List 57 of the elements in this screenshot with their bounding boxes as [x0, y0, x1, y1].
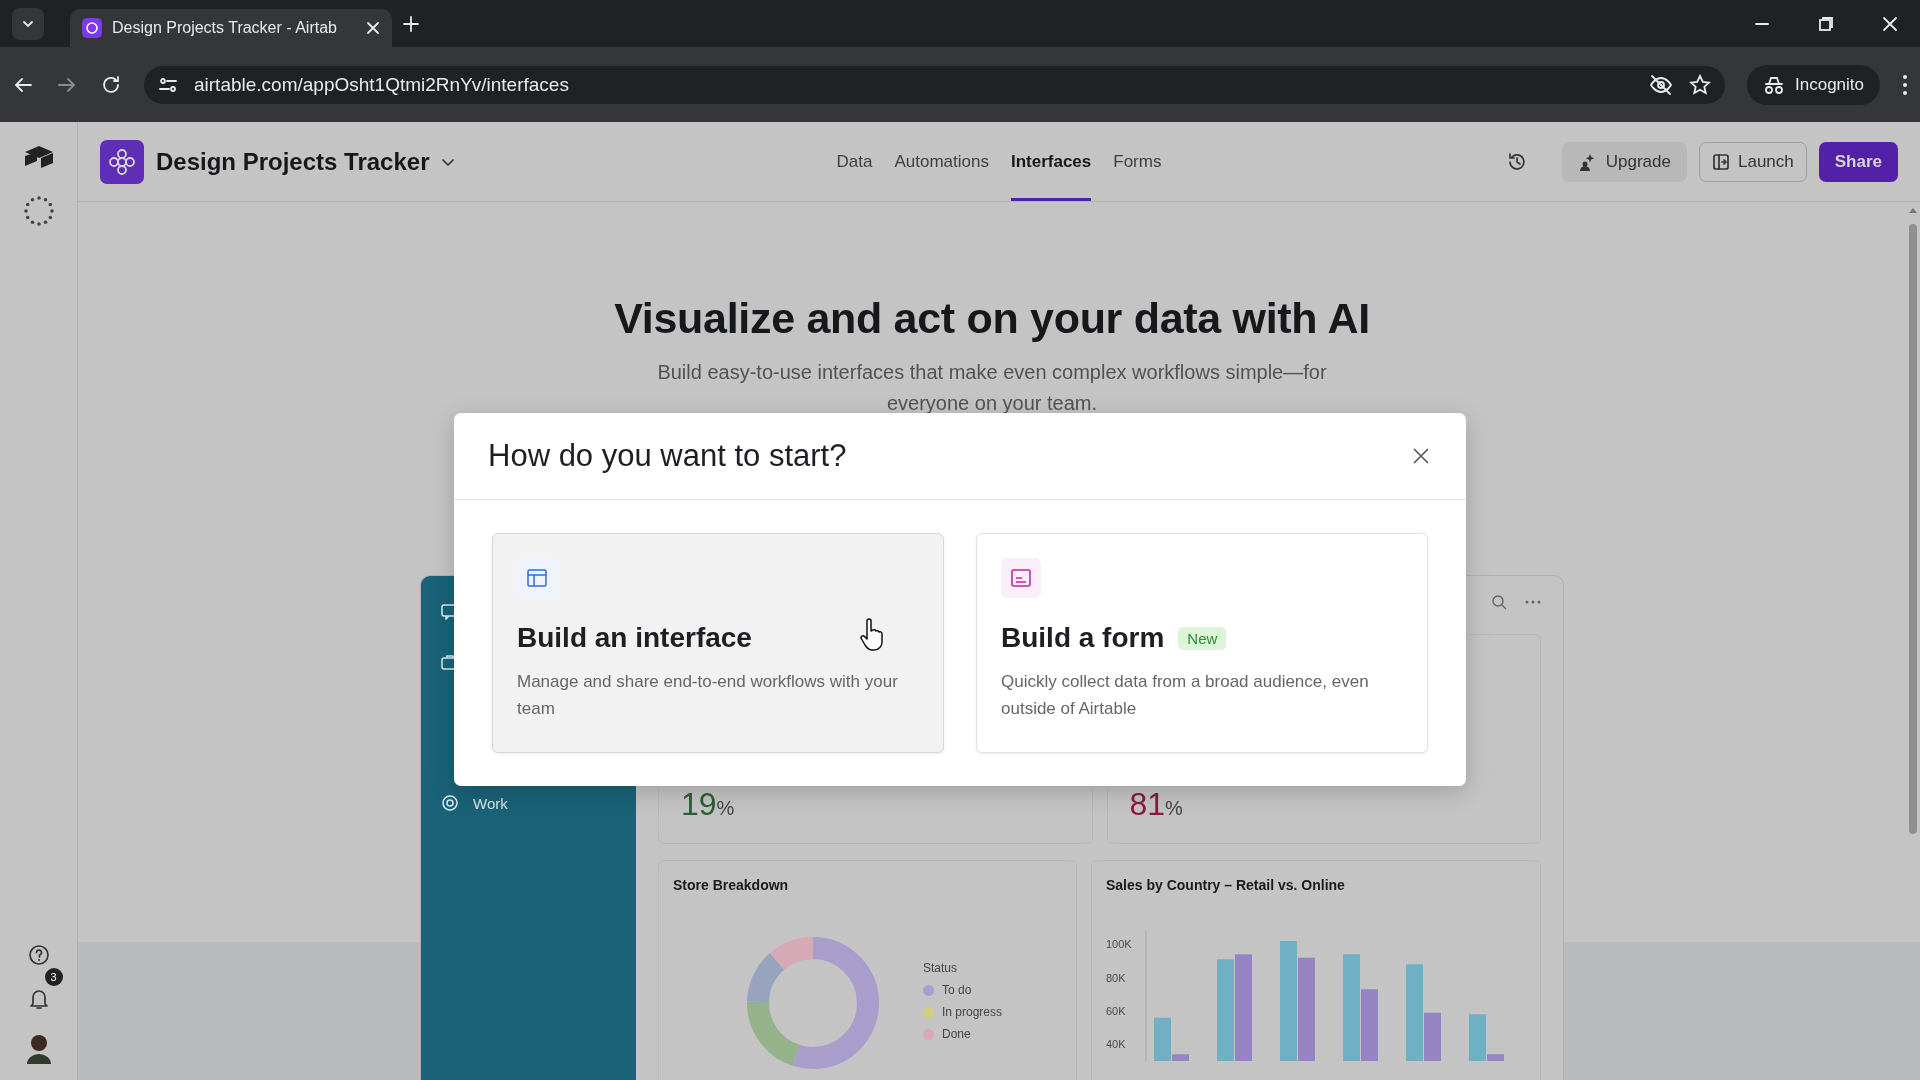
legend-label: In progress	[942, 1005, 1003, 1019]
option-title: Build an interface	[517, 622, 752, 654]
restore-icon[interactable]	[1818, 15, 1834, 32]
modal-title: How do you want to start?	[488, 438, 847, 474]
scroll-up-icon[interactable]	[1908, 206, 1918, 214]
more-icon[interactable]	[1525, 600, 1541, 604]
legend-title: Status	[923, 961, 959, 975]
target-icon	[441, 794, 459, 812]
launch-icon	[1711, 152, 1730, 171]
base-logo-icon[interactable]	[100, 139, 144, 184]
option-description: Quickly collect data from a broad audience, even outside of Airtable	[1001, 671, 1370, 720]
nav-tab[interactable]: Automations	[894, 122, 989, 201]
nav-tab[interactable]: Data	[836, 122, 873, 201]
search-icon[interactable]	[1491, 594, 1507, 610]
bell-icon[interactable]	[28, 988, 49, 1010]
nav-tab[interactable]: Forms	[1113, 122, 1162, 201]
metric-value: 81%	[1129, 786, 1183, 823]
base-name[interactable]: Design Projects Tracker	[156, 147, 430, 176]
browser-tab[interactable]: Design Projects Tracker - Airtab	[70, 9, 392, 47]
address-bar[interactable]: airtable.com/appOsht1Qtmi2RnYv/interfaces	[144, 65, 1725, 104]
legend-label: Done	[942, 1027, 971, 1041]
axis-tick-label: 60K	[1106, 1005, 1126, 1017]
launch-button[interactable]: Launch	[1698, 141, 1807, 182]
scrollbar-thumb[interactable]	[1909, 224, 1917, 834]
chart-title: Store Breakdown	[673, 877, 790, 893]
option-title: Build a form	[1001, 622, 1165, 654]
incognito-icon	[1763, 74, 1785, 95]
option-description: Manage and share end-to-end workflows with your team	[517, 671, 899, 720]
sidebar-item[interactable]: Work	[473, 794, 508, 812]
metric-value: 19%	[681, 786, 735, 823]
option-card[interactable]: Build an interface Manage and share end-to-end workflows with your team	[492, 533, 944, 753]
option-card[interactable]: Build a form New Quickly collect data from a broad audience, even outside of Airtable	[976, 533, 1428, 753]
upgrade-button[interactable]: Upgrade	[1561, 141, 1687, 182]
star-icon[interactable]	[1689, 73, 1711, 96]
url-text: airtable.com/appOsht1Qtmi2RnYv/interfaces	[194, 73, 570, 96]
reload-icon[interactable]	[100, 73, 122, 96]
tab-search-button[interactable]	[12, 7, 44, 40]
chart-title: Sales by Country – Retail vs. Online	[1106, 877, 1346, 893]
layout-icon	[527, 568, 547, 588]
new-tab-icon[interactable]	[402, 14, 420, 33]
hero-title: Visualize and act on your data with AI	[614, 294, 1370, 343]
axis-tick-label: 80K	[1106, 971, 1126, 984]
notification-badge: 3	[44, 968, 63, 986]
hero-subtitle: Build easy-to-use interfaces that make even complex workflows simple—for everyone on your team.	[656, 360, 1328, 416]
tab-title: Design Projects Tracker - Airtab	[112, 19, 338, 37]
incognito-button[interactable]: Incognito	[1747, 64, 1880, 105]
form-icon	[1011, 569, 1031, 587]
new-badge: New	[1178, 626, 1227, 650]
dotted-circle-icon[interactable]	[21, 194, 56, 228]
close-icon[interactable]	[1412, 447, 1430, 465]
help-icon[interactable]	[27, 944, 50, 966]
eye-off-icon[interactable]	[1649, 72, 1673, 97]
share-button[interactable]: Share	[1818, 141, 1898, 182]
menu-icon[interactable]	[1902, 73, 1908, 96]
axis-tick-label: 40K	[1106, 1038, 1126, 1051]
legend-label: To do	[942, 983, 972, 997]
axis-tick-label: 100K	[1106, 938, 1132, 951]
